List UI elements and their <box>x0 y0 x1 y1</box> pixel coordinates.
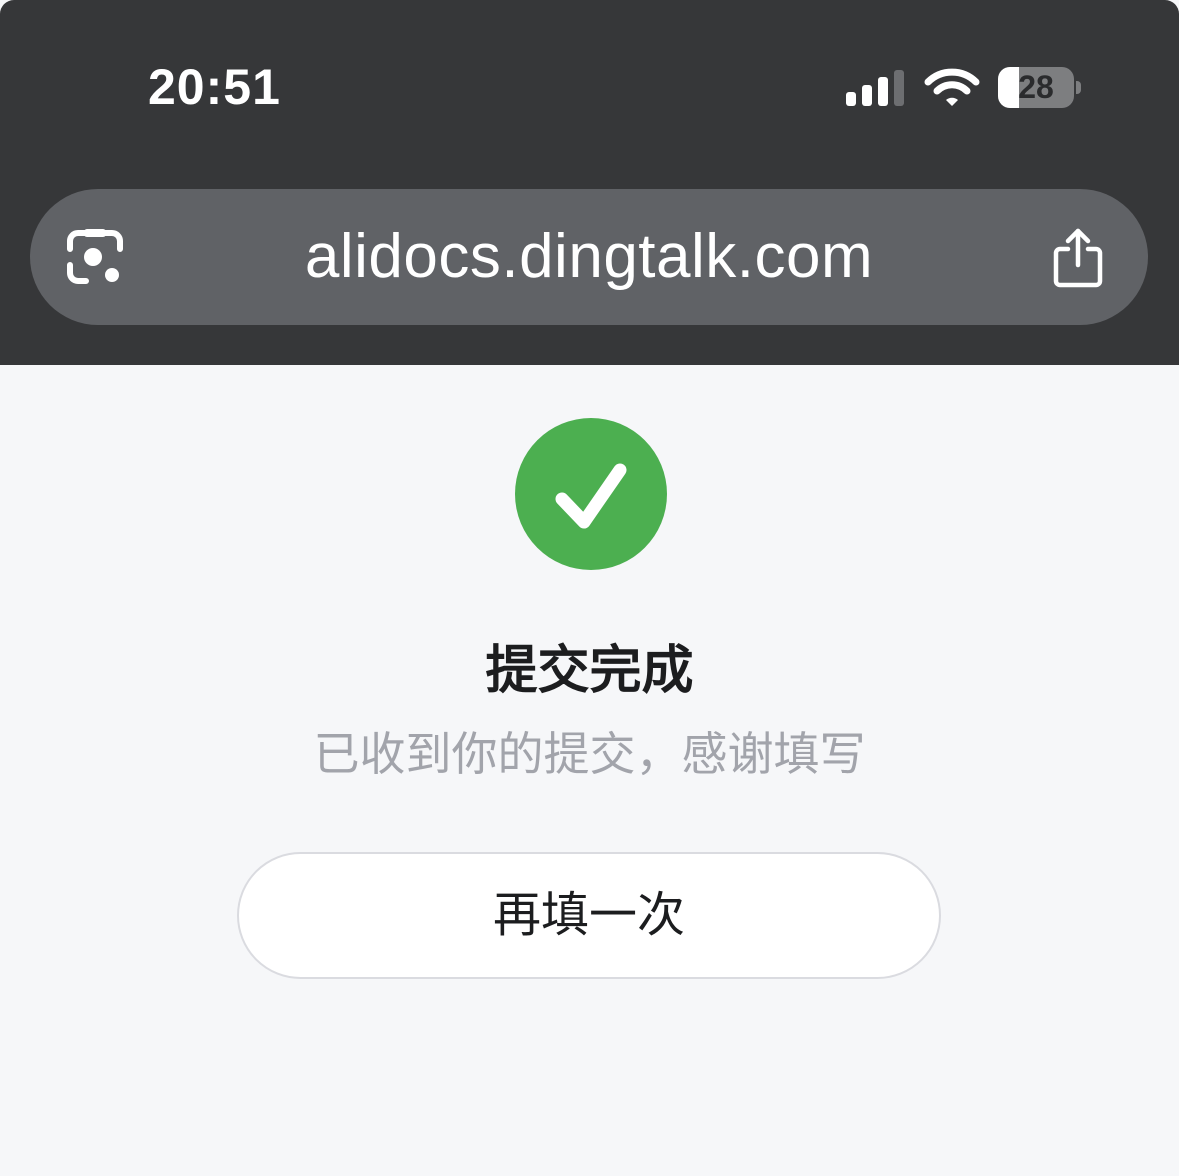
wifi-icon <box>924 68 980 106</box>
check-circle-icon <box>515 418 667 570</box>
status-time: 20:51 <box>148 59 281 115</box>
result-title: 提交完成 <box>485 641 694 701</box>
browser-chrome: 20:51 28 alidocs.dingtalk.com <box>0 0 1179 365</box>
refill-button[interactable]: 再填一次 <box>237 852 941 979</box>
battery-icon: 28 <box>998 67 1084 109</box>
cellular-signal-icon <box>846 70 906 106</box>
address-bar[interactable]: alidocs.dingtalk.com <box>30 189 1148 325</box>
result-message: 已收到你的提交，感谢填写 <box>313 727 866 781</box>
battery-level: 28 <box>1018 69 1054 105</box>
share-icon[interactable] <box>1052 227 1104 289</box>
url-text[interactable]: alidocs.dingtalk.com <box>30 189 1148 325</box>
